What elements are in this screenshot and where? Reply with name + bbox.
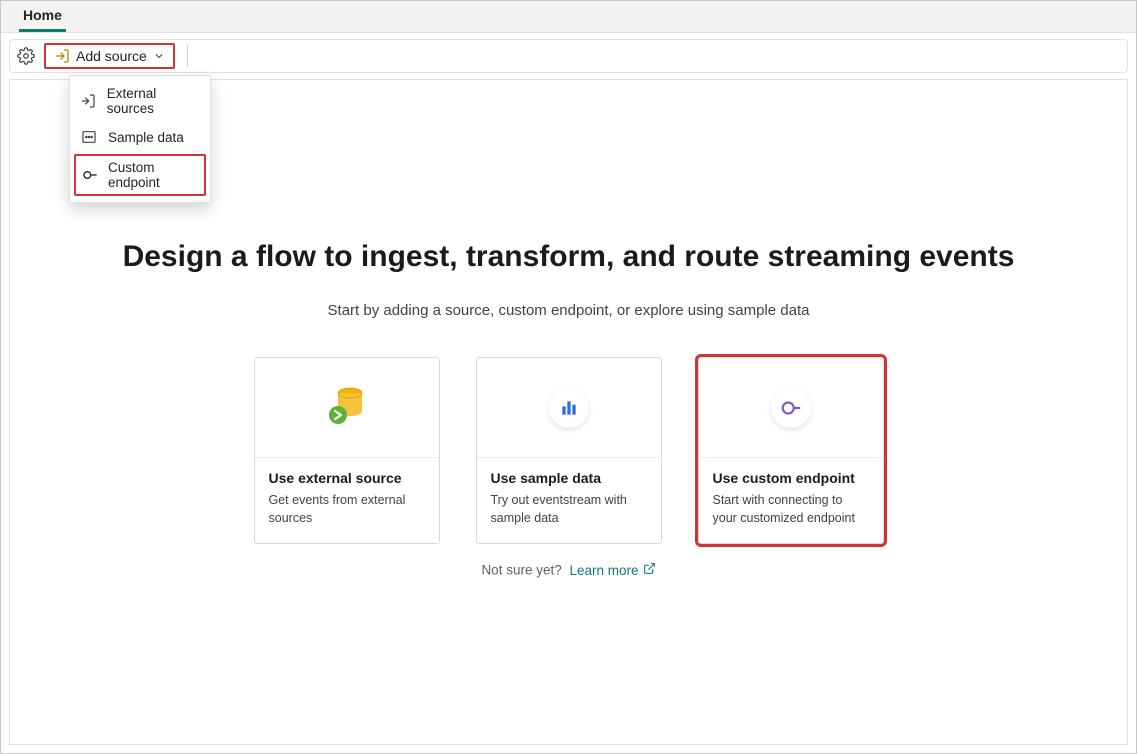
learn-more-label: Learn more [570, 563, 639, 578]
chevron-down-icon [153, 50, 165, 62]
database-arrow-icon [320, 379, 374, 436]
toolbar-container: Add source [1, 33, 1136, 79]
menu-item-custom-endpoint[interactable]: Custom endpoint [74, 154, 206, 196]
bar-chart-icon [549, 388, 589, 428]
data-grid-icon [80, 128, 98, 146]
cards-row: Use external source Get events from exte… [10, 357, 1127, 544]
card-use-custom-endpoint[interactable]: Use custom endpoint Start with connectin… [698, 357, 884, 544]
add-source-button[interactable]: Add source [44, 43, 175, 69]
card-desc: Get events from external sources [269, 492, 425, 527]
tab-strip: Home [1, 1, 1136, 33]
add-source-dropdown: External sources Sample data Custom en [69, 75, 211, 203]
menu-item-external-sources[interactable]: External sources [70, 80, 210, 122]
card-desc: Try out eventstream with sample data [491, 492, 647, 527]
page-headline: Design a flow to ingest, transform, and … [10, 240, 1127, 274]
card-body: Use sample data Try out eventstream with… [477, 458, 661, 543]
menu-item-label: External sources [107, 86, 200, 116]
settings-gear-icon[interactable] [16, 46, 36, 66]
card-use-sample-data[interactable]: Use sample data Try out eventstream with… [476, 357, 662, 544]
card-use-external-source[interactable]: Use external source Get events from exte… [254, 357, 440, 544]
card-body: Use custom endpoint Start with connectin… [699, 458, 883, 543]
menu-item-label: Custom endpoint [108, 160, 198, 190]
toolbar: Add source [9, 39, 1128, 73]
external-link-icon [643, 562, 656, 578]
card-icon-area [255, 358, 439, 458]
menu-item-label: Sample data [108, 130, 184, 145]
tab-home[interactable]: Home [19, 1, 66, 32]
card-icon-area [477, 358, 661, 458]
menu-item-sample-data[interactable]: Sample data [70, 122, 210, 152]
card-desc: Start with connecting to your customized… [713, 492, 869, 527]
card-title: Use custom endpoint [713, 470, 869, 486]
page-subhead: Start by adding a source, custom endpoin… [10, 302, 1127, 319]
card-title: Use sample data [491, 470, 647, 486]
card-icon-area [699, 358, 883, 458]
card-title: Use external source [269, 470, 425, 486]
add-source-label: Add source [76, 48, 147, 64]
toolbar-divider [187, 45, 188, 67]
endpoint-circle-icon [771, 388, 811, 428]
learn-more-prompt: Not sure yet? [481, 563, 561, 578]
add-source-icon [54, 48, 70, 64]
arrow-in-icon [80, 92, 97, 110]
learn-more-row: Not sure yet? Learn more [10, 562, 1127, 578]
endpoint-icon [82, 166, 98, 184]
learn-more-link[interactable]: Learn more [570, 562, 656, 578]
card-body: Use external source Get events from exte… [255, 458, 439, 543]
